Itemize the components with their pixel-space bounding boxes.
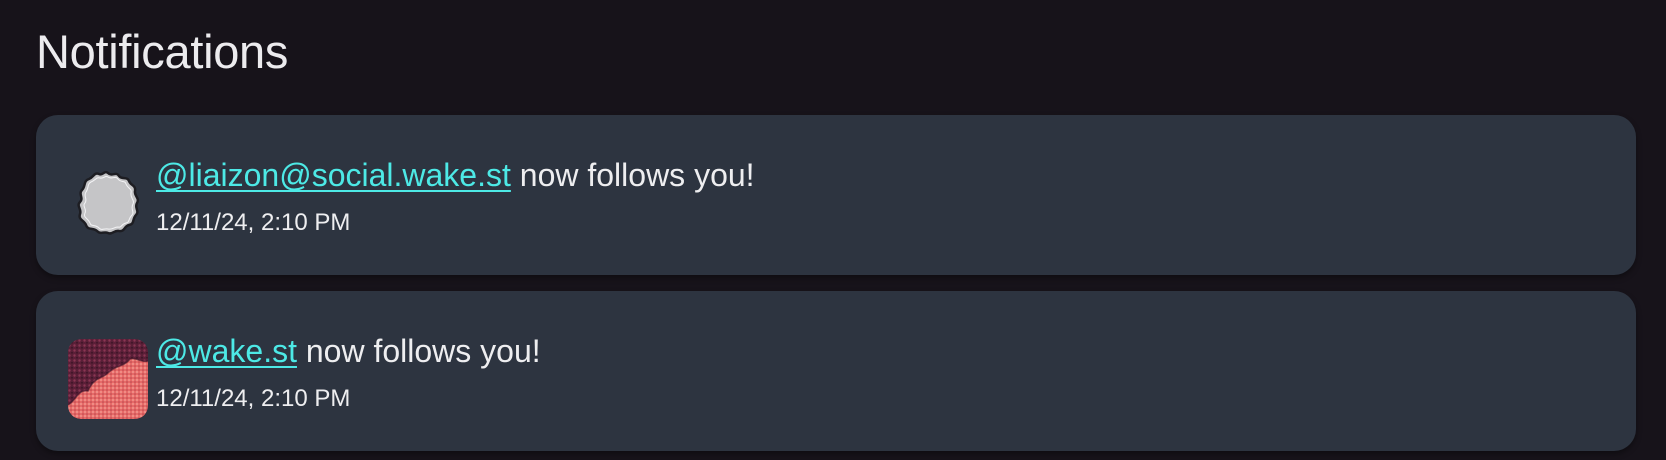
avatar[interactable] (68, 339, 148, 419)
notification-timestamp: 12/11/24, 2:10 PM (156, 209, 351, 236)
user-handle-link[interactable]: @wake.st (156, 333, 297, 369)
gray-blob-avatar-icon (77, 170, 140, 235)
user-handle-link[interactable]: @liaizon@social.wake.st (156, 157, 511, 193)
notification-card: @liaizon@social.wake.st now follows you!… (36, 115, 1636, 275)
follow-text: now follows you! (519, 157, 755, 193)
notification-message: @liaizon@social.wake.st now follows you! (156, 155, 755, 195)
notification-body: @liaizon@social.wake.st now follows you!… (156, 155, 755, 237)
follow-text: now follows you! (305, 333, 541, 369)
pink-texture-avatar-icon (68, 339, 148, 419)
notification-card: @wake.st now follows you! 12/11/24, 2:10… (36, 291, 1636, 451)
page-title: Notifications (36, 25, 289, 78)
notification-timestamp: 12/11/24, 2:10 PM (156, 385, 351, 412)
notification-body: @wake.st now follows you! 12/11/24, 2:10… (156, 331, 541, 413)
notification-message: @wake.st now follows you! (156, 331, 541, 371)
avatar[interactable] (68, 163, 148, 243)
